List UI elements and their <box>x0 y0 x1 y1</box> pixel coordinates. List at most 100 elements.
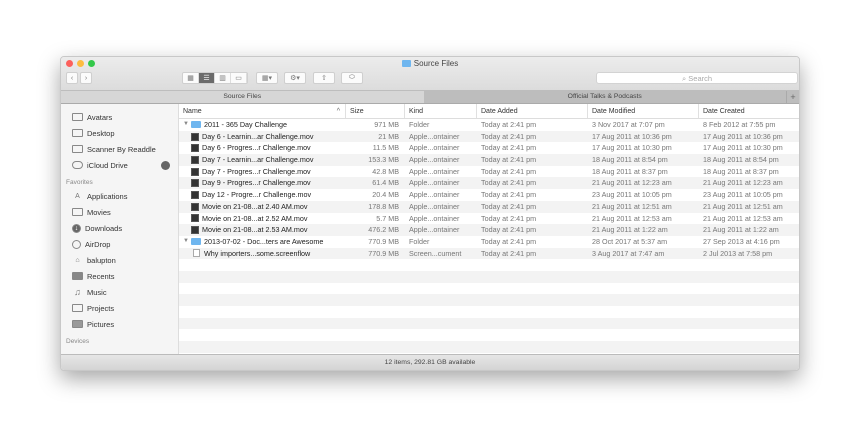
cell-date-created: 21 Aug 2011 at 12:23 am <box>703 178 783 188</box>
column-view-icon[interactable]: ▥ <box>215 73 231 83</box>
sidebar-item-desktop[interactable]: Desktop <box>61 125 178 141</box>
table-row[interactable]: Day 12 - Progre...r Challenge.mov 20.4 M… <box>179 189 799 201</box>
table-row[interactable]: Movie on 21-08...at 2.52 AM.mov 5.7 MB A… <box>179 213 799 225</box>
view-mode-control[interactable]: ▦ ☰ ▥ ▭ <box>182 72 248 84</box>
empty-row <box>179 283 799 295</box>
folder-icon <box>72 304 83 312</box>
table-row[interactable]: ▼ 2013-07-02 - Doc...ters are Awesome 770… <box>179 236 799 248</box>
sidebar-item-music[interactable]: ♫ Music <box>61 284 178 300</box>
recents-icon <box>72 272 83 280</box>
tags-button[interactable]: ⬭ <box>341 72 363 84</box>
cell-date-added: Today at 2:41 pm <box>481 166 537 176</box>
column-header-name[interactable]: Name ^ <box>179 104 346 118</box>
cell-date-modified: 18 Aug 2011 at 8:37 pm <box>592 166 668 176</box>
table-row[interactable]: Day 6 - Progres...r Challenge.mov 11.5 M… <box>179 142 799 154</box>
gallery-view-icon[interactable]: ▭ <box>231 73 247 83</box>
cell-size: 153.3 MB <box>368 155 399 165</box>
column-header-date-added[interactable]: Date Added <box>477 104 588 118</box>
cell-kind: Apple...ontainer <box>409 131 460 141</box>
window-title: Source Files <box>61 59 799 68</box>
sidebar-item-icloud[interactable]: iCloud Drive <box>61 157 178 173</box>
search-placeholder: Search <box>688 74 713 83</box>
movies-icon <box>72 208 83 216</box>
sidebar-item-label: Projects <box>87 303 115 313</box>
search-field[interactable]: ⌕ Search <box>596 72 798 84</box>
cell-name: Day 9 - Progres...r Challenge.mov <box>179 177 346 189</box>
sidebar-item-recents[interactable]: Recents <box>61 268 178 284</box>
column-header-size[interactable]: Size <box>346 104 405 118</box>
share-icon: ⇧ <box>321 75 327 82</box>
disclosure-triangle-icon[interactable]: ▼ <box>183 236 191 248</box>
sidebar-item-avatars[interactable]: Avatars <box>61 109 178 125</box>
airdrop-icon <box>72 239 81 249</box>
cell-size: 476.2 MB <box>368 225 399 235</box>
sidebar: Avatars Desktop Scanner By Readdle iClou… <box>61 104 179 356</box>
cell-kind: Screen...cument <box>409 248 462 258</box>
empty-row <box>179 294 799 306</box>
cell-kind: Apple...ontainer <box>409 190 460 200</box>
cell-date-added: Today at 2:41 pm <box>481 120 537 129</box>
disclosure-triangle-icon[interactable]: ▼ <box>183 119 191 131</box>
cell-kind: Apple...ontainer <box>409 178 460 188</box>
empty-row <box>179 259 799 271</box>
home-icon: ⌂ <box>75 256 80 264</box>
cell-date-created: 21 Aug 2011 at 12:53 am <box>703 213 783 223</box>
cell-date-added: Today at 2:41 pm <box>481 225 537 235</box>
sidebar-item-pictures[interactable]: Pictures <box>61 316 178 332</box>
sidebar-item-airdrop[interactable]: AirDrop <box>61 236 178 252</box>
cell-date-added: Today at 2:41 pm <box>481 143 537 153</box>
movie-file-icon <box>191 214 199 223</box>
cloud-icon <box>72 161 83 169</box>
table-row[interactable]: Why importers...some.screenflow 770.9 MB… <box>179 247 799 260</box>
status-bar: 12 items, 292.81 GB available <box>61 354 799 370</box>
cell-size: 5.7 MB <box>376 213 399 223</box>
table-row[interactable]: Movie on 21-08...at 2.40 AM.mov 178.8 MB… <box>179 200 799 213</box>
sidebar-item-label: Scanner By Readdle <box>87 144 156 154</box>
sidebar-item-movies[interactable]: Movies <box>61 204 178 220</box>
cell-size: 11.5 MB <box>372 143 399 153</box>
sidebar-item-projects[interactable]: Projects <box>61 300 178 316</box>
sidebar-item-balupton[interactable]: ⌂ balupton <box>61 252 178 268</box>
cell-size: 21 MB <box>378 131 399 141</box>
cell-kind: Apple...ontainer <box>409 225 460 235</box>
cell-date-created: 17 Aug 2011 at 10:36 pm <box>703 131 783 141</box>
sidebar-item-label: Avatars <box>87 112 113 122</box>
cell-name: Movie on 21-08...at 2.52 AM.mov <box>179 213 346 225</box>
cell-size: 770.9 MB <box>368 248 399 258</box>
finder-window: Source Files ‹ › ▦ ☰ ▥ ▭ ▦▾ ⚙▾ ⇧ ⬭ ⌕ Sea… <box>60 56 800 371</box>
tab-source-files[interactable]: Source Files <box>61 91 424 103</box>
tag-icon: ⬭ <box>349 74 355 81</box>
column-header-kind[interactable]: Kind <box>405 104 477 118</box>
arrange-button[interactable]: ▦▾ <box>256 72 278 84</box>
table-row[interactable]: ▼ 2011 - 365 Day Challenge 971 MB Folder … <box>179 119 799 131</box>
rows: ▼ 2011 - 365 Day Challenge 971 MB Folder … <box>179 119 799 364</box>
list-view-icon[interactable]: ☰ <box>199 73 215 83</box>
sidebar-item-scanner[interactable]: Scanner By Readdle <box>61 141 178 157</box>
column-header-date-modified[interactable]: Date Modified <box>588 104 699 118</box>
icon-view-icon[interactable]: ▦ <box>183 73 199 83</box>
cell-name: Day 6 - Progres...r Challenge.mov <box>179 142 346 154</box>
table-row[interactable]: Movie on 21-08...at 2.53 AM.mov 476.2 MB… <box>179 224 799 236</box>
table-row[interactable]: Day 7 - Progres...r Challenge.mov 42.8 M… <box>179 166 799 178</box>
sidebar-item-downloads[interactable]: ↓ Downloads <box>61 220 178 236</box>
column-header-date-created[interactable]: Date Created <box>699 104 799 118</box>
sort-ascending-icon: ^ <box>336 108 340 115</box>
cell-kind: Folder <box>409 120 430 129</box>
action-button[interactable]: ⚙▾ <box>284 72 306 84</box>
music-icon: ♫ <box>74 286 81 297</box>
downloads-icon: ↓ <box>72 223 81 233</box>
forward-button[interactable]: › <box>80 72 92 84</box>
table-row[interactable]: Day 9 - Progres...r Challenge.mov 61.4 M… <box>179 177 799 190</box>
table-row[interactable]: Day 7 - Learnin...ar Challenge.mov 153.3… <box>179 154 799 166</box>
file-name: 2011 - 365 Day Challenge <box>204 120 287 129</box>
cell-kind: Apple...ontainer <box>409 143 460 153</box>
cell-date-created: 17 Aug 2011 at 10:30 pm <box>703 143 783 153</box>
sidebar-item-applications[interactable]: A Applications <box>61 188 178 204</box>
share-button[interactable]: ⇧ <box>313 72 335 84</box>
tab-official-talks[interactable]: Official Talks & Podcasts <box>424 91 787 103</box>
movie-file-icon <box>191 167 199 176</box>
cell-date-added: Today at 2:41 pm <box>481 178 537 188</box>
table-row[interactable]: Day 6 - Learnin...ar Challenge.mov 21 MB… <box>179 130 799 143</box>
new-tab-button[interactable]: + <box>786 91 799 103</box>
back-button[interactable]: ‹ <box>66 72 78 84</box>
